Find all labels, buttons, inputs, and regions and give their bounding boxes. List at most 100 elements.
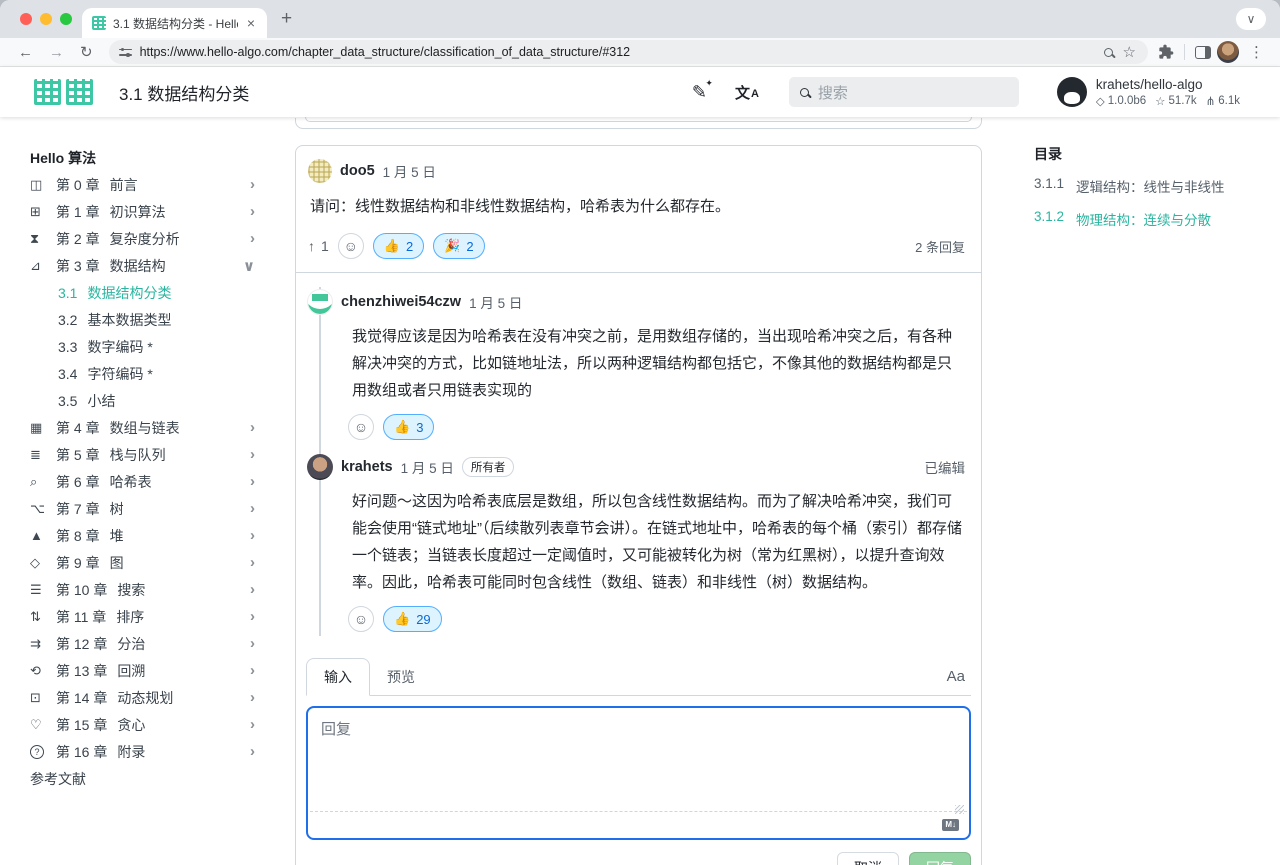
hello-algo-logo[interactable]	[34, 79, 93, 105]
thumbsup-emoji: 👍	[384, 238, 400, 254]
editor-tabs: 输入 预览 Aa	[306, 658, 971, 696]
avatar[interactable]	[307, 289, 333, 315]
sidebar-item-3-1[interactable]: 3.1数据结构分类	[30, 279, 255, 306]
profile-avatar[interactable]	[1217, 41, 1239, 63]
address-bar[interactable]: https://www.hello-algo.com/chapter_data_…	[109, 40, 1148, 64]
sidebar-item-ch2[interactable]: ⧗第 2 章复杂度分析›	[30, 225, 255, 252]
sidebar-item-3-2[interactable]: 3.2基本数据类型	[30, 306, 255, 333]
github-repo-link[interactable]: krahets/hello-algo ◇1.0.0b6 ☆51.7k ⋔6.1k	[1057, 77, 1240, 108]
toc-item-311[interactable]: 3.1.1 逻辑结构：线性与非线性	[1034, 176, 1280, 196]
chevron-right-icon: ›	[250, 230, 255, 247]
tab-write[interactable]: 输入	[306, 658, 370, 696]
browser-toolbar: ← → ↻ https://www.hello-algo.com/chapter…	[0, 38, 1280, 67]
sidebar-item-ch3[interactable]: ⊿第 3 章数据结构∨	[30, 252, 255, 279]
hash-search-icon: ⌕	[30, 474, 56, 490]
grid-icon: ▦	[30, 420, 56, 436]
extensions-icon[interactable]	[1158, 44, 1174, 60]
sidebar-item-3-3[interactable]: 3.3数字编码 *	[30, 333, 255, 360]
side-panel-icon[interactable]	[1195, 46, 1211, 59]
sidebar-item-ch10[interactable]: ☰第 10 章搜索›	[30, 576, 255, 603]
reaction-chip-thumbsup[interactable]: 👍 29	[383, 606, 442, 632]
tree-icon: ⌥	[30, 501, 56, 517]
chevron-right-icon: ›	[250, 473, 255, 490]
sidebar-item-references[interactable]: 参考文献	[30, 765, 282, 792]
sidebar-site-title: Hello 算法	[30, 144, 282, 171]
sidebar-item-ch0[interactable]: ◫第 0 章前言›	[30, 171, 255, 198]
reply-author[interactable]: chenzhiwei54czw	[341, 294, 461, 310]
cancel-button[interactable]: 取消	[837, 852, 899, 865]
reply-author[interactable]: krahets	[341, 459, 393, 475]
reaction-count: 3	[416, 420, 423, 435]
sidebar-item-ch6[interactable]: ⌕第 6 章哈希表›	[30, 468, 255, 495]
avatar[interactable]	[307, 454, 333, 480]
sidebar-item-3-5[interactable]: 3.5小结	[30, 387, 255, 414]
textarea-footer: M↓	[310, 811, 967, 838]
tab-preview[interactable]: 预览	[370, 659, 432, 695]
page-title: 3.1 数据结构分类	[119, 80, 249, 105]
chevron-right-icon: ›	[250, 176, 255, 193]
new-tab-button[interactable]: +	[281, 8, 292, 30]
forward-icon[interactable]: →	[41, 44, 72, 61]
tab-strip: 3.1 数据结构分类 - Hello 算法 × + ∨	[0, 0, 1280, 38]
close-window-button[interactable]	[20, 13, 32, 25]
reaction-chip-party[interactable]: 🎉 2	[433, 233, 484, 259]
add-reaction-button[interactable]: ☺	[348, 414, 374, 440]
reaction-chip-thumbsup[interactable]: 👍 3	[383, 414, 434, 440]
toc-item-312[interactable]: 3.1.2 物理结构：连续与分散	[1034, 209, 1280, 229]
chevron-right-icon: ›	[250, 743, 255, 760]
text-format-icon[interactable]: Aa	[947, 668, 971, 685]
stack-icon: ≣	[30, 447, 56, 463]
greedy-heart-icon: ♡	[30, 717, 56, 733]
search-input[interactable]: 搜索	[789, 77, 1019, 107]
translate-icon[interactable]: 文 A	[735, 82, 759, 103]
minimize-window-button[interactable]	[40, 13, 52, 25]
reply: krahets 1 月 5 日 所有者 已编辑 好问题～这因为哈希表底层是数组，…	[296, 454, 965, 632]
reload-icon[interactable]: ↻	[72, 43, 101, 61]
theme-toggle-icon[interactable]: ✎✦	[692, 82, 707, 103]
sidebar-item-ch16[interactable]: ?第 16 章附录›	[30, 738, 255, 765]
tab-close-icon[interactable]: ×	[245, 15, 257, 31]
sidebar-item-ch12[interactable]: ⇉第 12 章分治›	[30, 630, 255, 657]
sidebar-item-ch8[interactable]: ▲第 8 章堆›	[30, 522, 255, 549]
reply-body: 我觉得应该是因为哈希表在没有冲突之前，是用数组存储的，当出现哈希冲突之后，有各种…	[352, 323, 965, 404]
tag-icon: ◇	[1096, 94, 1105, 108]
party-emoji: 🎉	[444, 238, 460, 254]
bookmark-star-icon[interactable]: ☆	[1121, 43, 1138, 61]
reply-textarea[interactable]: 回复 M↓	[306, 706, 971, 840]
sidebar-item-ch15[interactable]: ♡第 15 章贪心›	[30, 711, 255, 738]
zoom-page-icon[interactable]	[1104, 48, 1113, 57]
sidebar-item-3-4[interactable]: 3.4字符编码 *	[30, 360, 255, 387]
reply-submit-button[interactable]: 回复	[909, 852, 971, 865]
chevron-right-icon: ›	[250, 203, 255, 220]
comment-author[interactable]: doo5	[340, 163, 375, 179]
upvote-count: 1	[321, 238, 329, 254]
sidebar-item-ch4[interactable]: ▦第 4 章数组与链表›	[30, 414, 255, 441]
browser-tab[interactable]: 3.1 数据结构分类 - Hello 算法 ×	[82, 8, 267, 38]
reaction-count: 2	[466, 239, 473, 254]
fullscreen-window-button[interactable]	[60, 13, 72, 25]
sidebar-item-ch7[interactable]: ⌥第 7 章树›	[30, 495, 255, 522]
site-settings-icon[interactable]	[119, 48, 132, 57]
chevron-right-icon: ›	[250, 554, 255, 571]
sidebar-item-ch9[interactable]: ◇第 9 章图›	[30, 549, 255, 576]
sidebar-item-ch11[interactable]: ⇅第 11 章排序›	[30, 603, 255, 630]
browser-menu-icon[interactable]: ⋮	[1245, 43, 1268, 61]
back-icon[interactable]: ←	[10, 44, 41, 61]
reaction-chip-thumbsup[interactable]: 👍 2	[373, 233, 424, 259]
upvote-button[interactable]: ↑ 1	[308, 238, 329, 254]
add-reaction-button[interactable]: ☺	[348, 606, 374, 632]
sidebar-item-ch13[interactable]: ⟲第 13 章回溯›	[30, 657, 255, 684]
add-reaction-button[interactable]: ☺	[338, 233, 364, 259]
resize-gripper[interactable]	[955, 805, 964, 814]
avatar[interactable]	[308, 159, 332, 183]
url-text[interactable]: https://www.hello-algo.com/chapter_data_…	[140, 45, 1096, 59]
sidebar-item-ch5[interactable]: ≣第 5 章栈与队列›	[30, 441, 255, 468]
sort-icon: ⇅	[30, 609, 56, 625]
sidebar-item-ch1[interactable]: ⊞第 1 章初识算法›	[30, 198, 255, 225]
repo-stars: 51.7k	[1168, 95, 1196, 107]
tab-overflow-button[interactable]: ∨	[1236, 8, 1266, 30]
thumbsup-emoji: 👍	[394, 611, 410, 627]
reply-date: 1 月 5 日	[401, 457, 454, 477]
sidebar-item-ch14[interactable]: ⊡第 14 章动态规划›	[30, 684, 255, 711]
thumbsup-emoji: 👍	[394, 419, 410, 435]
